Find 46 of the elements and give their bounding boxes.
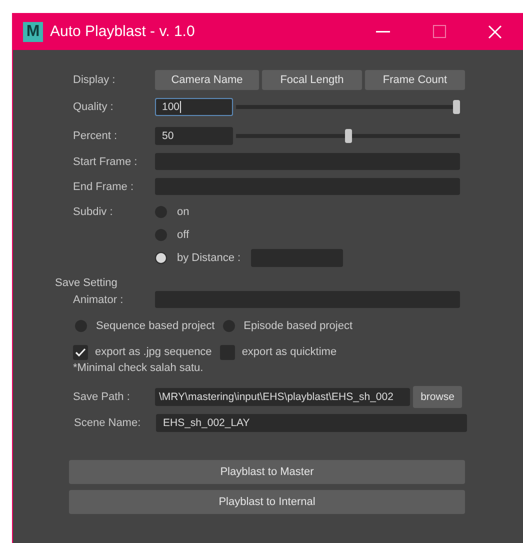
close-icon[interactable] [488, 24, 502, 38]
input-field[interactable] [155, 291, 460, 308]
radio-label: by Distance : [177, 252, 241, 264]
field-label: End Frame : [73, 180, 135, 192]
radio-button[interactable] [155, 252, 167, 264]
radio-label: off [177, 229, 190, 241]
playblast-button[interactable]: Playblast to Internal [69, 490, 465, 514]
playblast-button[interactable]: Playblast to Master [69, 460, 465, 484]
field-label: Scene Name: [74, 417, 142, 429]
radio-label: on [177, 206, 190, 218]
field-label: Percent : [73, 130, 118, 142]
radio-button[interactable] [155, 229, 167, 241]
app-logo: M [23, 22, 43, 42]
field-label: Start Frame : [73, 156, 138, 168]
window-title: Auto Playblast - v. 1.0 [50, 23, 196, 40]
display-toggle-button[interactable]: Camera Name [155, 70, 259, 90]
radio-button[interactable] [155, 206, 167, 218]
checkbox[interactable] [73, 344, 88, 360]
path-field[interactable]: \MRY\mastering\input\EHS\playblast\EHS_sh_002 [155, 388, 410, 406]
section-heading: Save Setting [55, 277, 118, 289]
radio-button[interactable] [222, 320, 235, 332]
radio-button[interactable] [75, 320, 87, 332]
checkbox[interactable] [220, 344, 235, 360]
number-field[interactable]: 100 [155, 98, 233, 116]
input-field[interactable]: EHS_sh_002_LAY [156, 414, 467, 432]
input-field[interactable] [155, 153, 460, 170]
checkbox-label: export as quicktime [242, 346, 337, 358]
radio-label: Episode based project [244, 320, 353, 332]
field-label: Save Path : [73, 391, 131, 403]
slider-handle[interactable] [344, 129, 352, 143]
input-field[interactable] [155, 178, 460, 195]
input-field[interactable] [250, 249, 343, 267]
number-field[interactable]: 50 [155, 127, 233, 145]
checkbox-label: export as .jpg sequence [95, 346, 212, 358]
slider-handle[interactable] [453, 100, 460, 114]
field-label: Subdiv : [73, 206, 114, 218]
field-label: Animator : [73, 294, 124, 306]
hint-text: *Minimal check salah satu. [73, 362, 204, 374]
field-label: Display : [73, 74, 116, 86]
display-toggle-button[interactable]: Frame Count [365, 70, 465, 90]
maximize-icon[interactable] [432, 25, 446, 38]
minimize-icon[interactable] [376, 30, 390, 32]
radio-label: Sequence based project [96, 320, 215, 332]
display-toggle-button[interactable]: Focal Length [262, 70, 362, 90]
field-label: Quality : [73, 101, 114, 113]
browse-button[interactable]: browse [413, 386, 462, 408]
